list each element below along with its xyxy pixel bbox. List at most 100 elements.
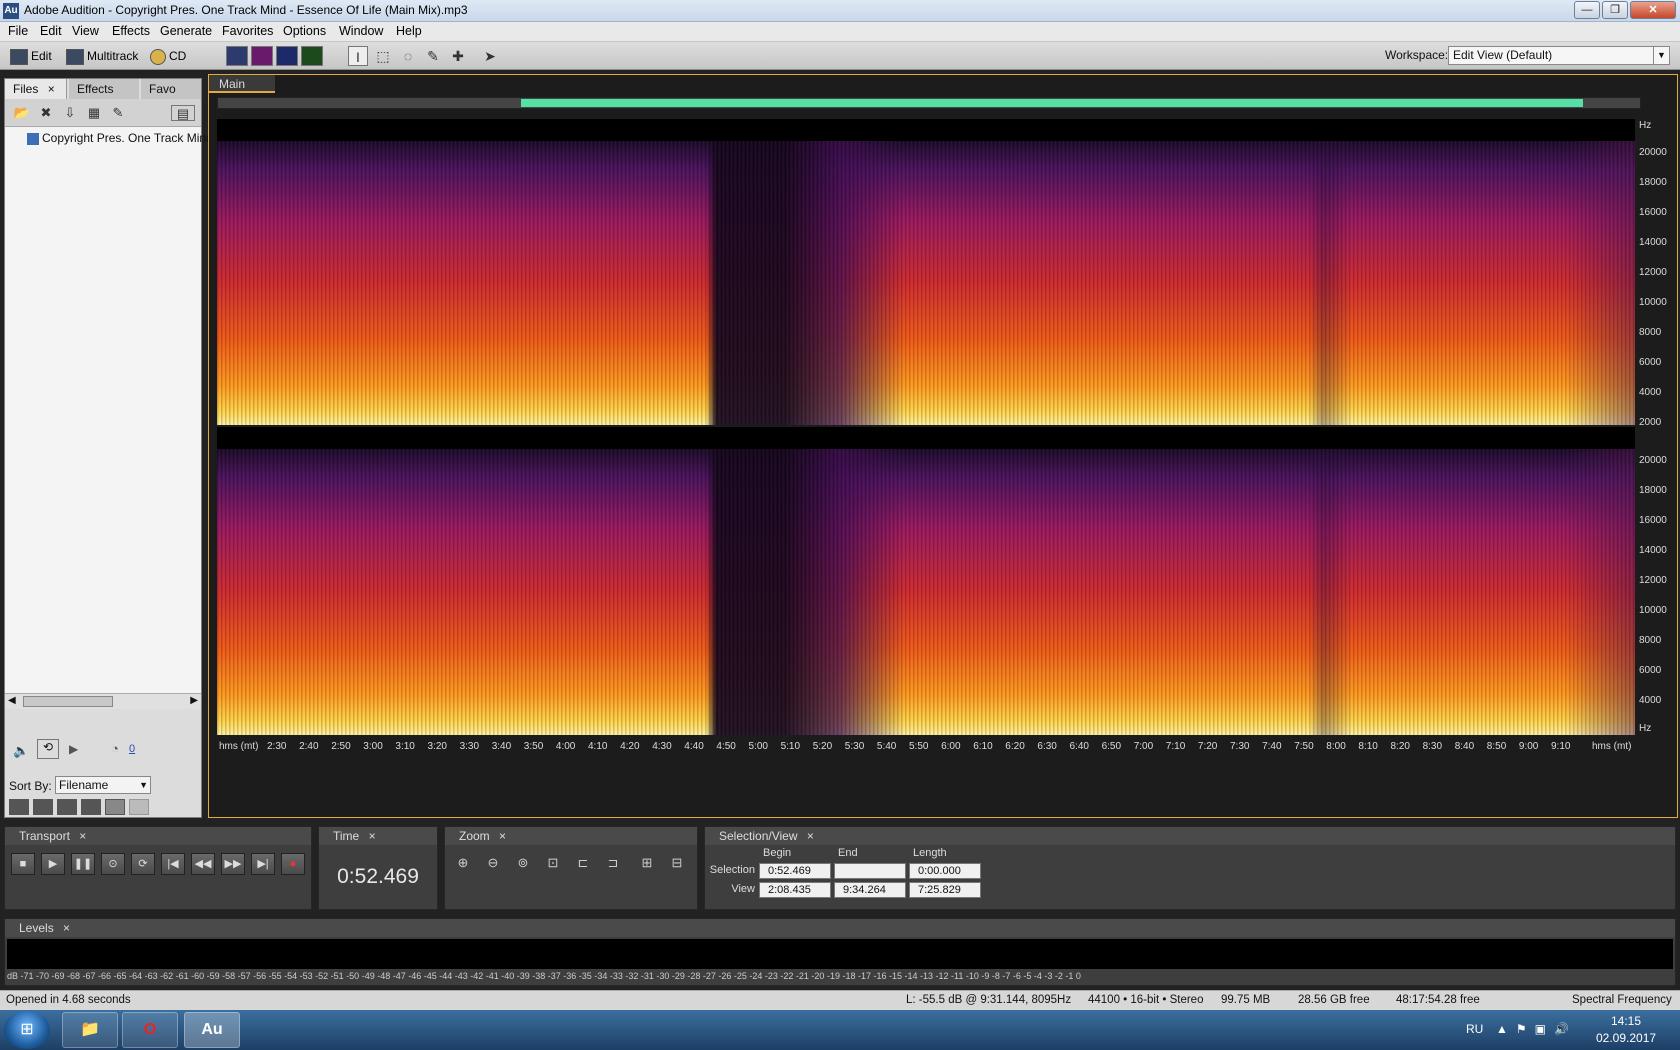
stop-button[interactable]: ■ — [11, 853, 35, 875]
tab-favorites[interactable]: Favo — [141, 79, 201, 99]
zoom-out-icon[interactable]: ⊖ — [483, 853, 503, 873]
view-length-field[interactable]: 7:25.829 — [909, 882, 981, 898]
horizontal-scrollbar[interactable]: ◀ ▶ — [5, 693, 201, 709]
filter-full-path-icon[interactable] — [129, 799, 149, 815]
spectral-phase-display-button[interactable] — [301, 46, 323, 66]
brush-tool-icon[interactable]: ✎ — [423, 46, 443, 66]
maximize-button[interactable]: ❐ — [1602, 1, 1628, 19]
close-icon[interactable]: × — [63, 921, 70, 935]
selection-end-field[interactable] — [834, 863, 906, 879]
selection-begin-field[interactable]: 0:52.469 — [759, 863, 831, 879]
spectral-pan-display-button[interactable] — [276, 46, 298, 66]
fast-forward-button[interactable]: ▶▶ — [221, 853, 245, 875]
filter-show-icon[interactable] — [105, 799, 125, 815]
spectrogram-right-channel[interactable] — [217, 427, 1635, 735]
menu-window[interactable]: Window — [339, 24, 383, 38]
scroll-left-icon[interactable]: ◀ — [8, 695, 16, 706]
start-button[interactable]: ⊞ — [4, 1011, 50, 1049]
opera-taskbar-icon[interactable]: O — [122, 1012, 178, 1048]
visible-range-bar[interactable] — [521, 99, 1583, 107]
view-options-icon[interactable]: ▤ — [171, 105, 195, 121]
healing-brush-icon[interactable]: ✚ — [448, 46, 468, 66]
time-ruler[interactable]: hms (mt) 2:30 2:40 2:50 3:00 3:10 3:20 3:30 3:4… — [209, 739, 1635, 755]
filter-audio-icon[interactable] — [9, 799, 29, 815]
loop-icon[interactable]: ⟲ — [37, 739, 59, 759]
open-file-icon[interactable]: 📂 — [13, 105, 31, 121]
workspace-select[interactable]: Edit View (Default) ▼ — [1448, 46, 1670, 65]
tab-effects[interactable]: Effects — [69, 79, 139, 99]
hand-tool-icon[interactable]: ➤ — [480, 46, 500, 66]
sort-by-select[interactable]: Filename ▼ — [55, 776, 151, 794]
close-icon[interactable]: × — [499, 829, 506, 843]
filter-video-icon[interactable] — [57, 799, 77, 815]
file-item[interactable]: Copyright Pres. One Track Mind — [27, 131, 213, 145]
multitrack-mode-button[interactable]: Multitrack — [66, 46, 138, 66]
minimize-button[interactable]: — — [1574, 1, 1600, 19]
menu-view[interactable]: View — [72, 24, 99, 38]
scroll-right-icon[interactable]: ▶ — [190, 695, 198, 706]
insert-multitrack-icon[interactable]: ▦ — [85, 105, 103, 121]
zoom-out-vertical-icon[interactable]: ⊟ — [667, 853, 687, 873]
close-icon[interactable]: × — [48, 82, 55, 96]
menu-file[interactable]: File — [8, 24, 28, 38]
explorer-taskbar-icon[interactable]: 📁 — [62, 1012, 118, 1048]
filter-midi-icon[interactable] — [81, 799, 101, 815]
time-tick: 3:40 — [491, 741, 512, 752]
selection-length-field[interactable]: 0:00.000 — [909, 863, 981, 879]
zoom-in-icon[interactable]: ⊕ — [453, 853, 473, 873]
tray-icons[interactable]: ▲⚑▣🔊 — [1496, 1022, 1577, 1036]
close-icon[interactable]: × — [79, 829, 86, 843]
play-from-cursor-button[interactable]: ⊙ — [101, 853, 125, 875]
marquee-tool-icon[interactable]: ⬚ — [373, 46, 393, 66]
edit-mode-button[interactable]: Edit — [10, 46, 52, 66]
menu-help[interactable]: Help — [396, 24, 422, 38]
record-button[interactable]: ● — [281, 853, 305, 875]
audition-taskbar-icon[interactable]: Au — [184, 1012, 240, 1048]
waveform-display-button[interactable] — [226, 46, 248, 66]
zoom-right-edge-icon[interactable]: ⊐ — [603, 853, 623, 873]
time-selection-tool-icon[interactable]: I — [348, 46, 368, 66]
tab-main[interactable]: Main — [209, 75, 275, 93]
play-icon[interactable]: ▶ — [69, 742, 78, 756]
close-file-icon[interactable]: ✖ — [37, 105, 55, 121]
edit-file-icon[interactable]: ✎ — [109, 105, 127, 121]
menu-effects[interactable]: Effects — [112, 24, 150, 38]
zoom-navigator[interactable] — [217, 97, 1641, 109]
spectrogram-left-channel[interactable] — [217, 119, 1635, 425]
zoom-to-selection-icon[interactable]: ⊡ — [543, 853, 563, 873]
view-begin-field[interactable]: 2:08.435 — [759, 882, 831, 898]
menu-favorites[interactable]: Favorites — [222, 24, 273, 38]
menu-edit[interactable]: Edit — [40, 24, 62, 38]
volume-knob-icon[interactable]: ◔ — [111, 741, 119, 756]
zoom-left-edge-icon[interactable]: ⊏ — [573, 853, 593, 873]
language-indicator[interactable]: RU — [1466, 1022, 1483, 1036]
zoom-in-vertical-icon[interactable]: ⊞ — [637, 853, 657, 873]
go-to-end-button[interactable]: ▶| — [251, 853, 275, 875]
level-meter — [7, 939, 1673, 969]
zoom-out-full-icon[interactable]: ⊚ — [513, 853, 533, 873]
time-tick: 4:10 — [588, 741, 608, 752]
close-icon[interactable]: × — [807, 829, 814, 843]
tab-files[interactable]: Files × — [5, 79, 67, 99]
lasso-tool-icon[interactable]: ◌ — [398, 46, 418, 66]
scroll-thumb[interactable] — [23, 696, 113, 707]
go-to-start-button[interactable]: |◀ — [161, 853, 185, 875]
rewind-button[interactable]: ◀◀ — [191, 853, 215, 875]
volume-value[interactable]: 0 — [129, 743, 135, 755]
close-button[interactable]: ✕ — [1630, 1, 1676, 19]
loop-play-button[interactable]: ⟳ — [131, 853, 155, 875]
speaker-icon[interactable]: 🔈 — [13, 743, 29, 759]
play-button[interactable]: ▶ — [41, 853, 65, 875]
clock-date[interactable]: 02.09.2017 — [1596, 1031, 1656, 1045]
import-icon[interactable]: ⇩ — [61, 105, 79, 121]
spectral-display-button[interactable] — [251, 46, 273, 66]
cd-mode-button[interactable]: CD — [150, 46, 186, 66]
menu-generate[interactable]: Generate — [160, 24, 212, 38]
menu-options[interactable]: Options — [283, 24, 326, 38]
view-end-field[interactable]: 9:34.264 — [834, 882, 906, 898]
time-tick: 2:40 — [299, 741, 319, 752]
filter-loop-icon[interactable] — [33, 799, 53, 815]
close-icon[interactable]: × — [369, 829, 376, 843]
pause-button[interactable]: ❚❚ — [71, 853, 95, 875]
clock-time[interactable]: 14:15 — [1596, 1014, 1656, 1028]
